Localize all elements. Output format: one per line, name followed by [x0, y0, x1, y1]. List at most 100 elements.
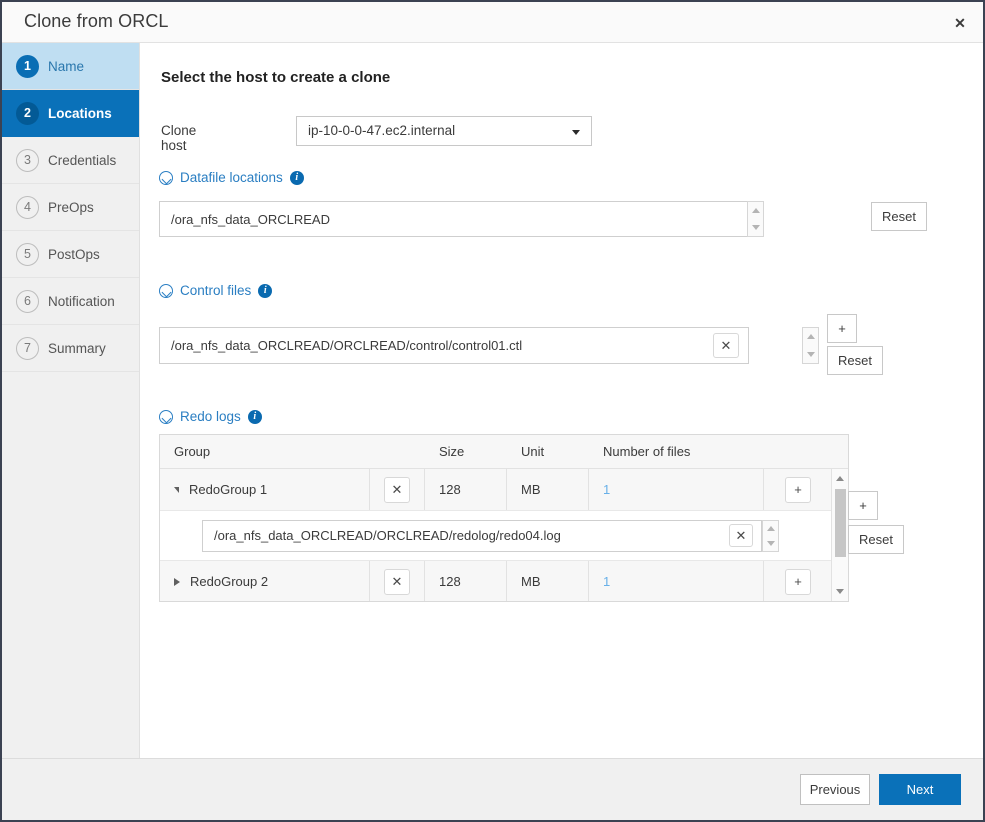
datafile-locations-section-header[interactable]: Datafile locations i	[159, 170, 304, 185]
redo-group-add-button[interactable]: +	[785, 477, 811, 503]
expand-triangle-down-icon[interactable]	[174, 487, 179, 493]
page-title: Clone from ORCL	[24, 11, 169, 32]
info-icon[interactable]: i	[290, 171, 304, 185]
sidebar-item-summary[interactable]: 7 Summary	[2, 325, 139, 372]
step-number: 4	[16, 196, 39, 219]
redo-group-label: RedoGroup 2	[190, 574, 268, 589]
redo-group-number-of-files-cell[interactable]: 1	[589, 469, 764, 510]
redo-group-add-cell: +	[764, 561, 832, 602]
redo-group-remove-button[interactable]: ✕	[384, 477, 410, 503]
control-file-add-button[interactable]: +	[827, 314, 857, 343]
redo-logs-reset-button[interactable]: Reset	[848, 525, 904, 554]
step-number: 6	[16, 290, 39, 313]
sidebar-item-name[interactable]: 1 Name	[2, 43, 139, 90]
stepper-up-icon[interactable]	[752, 208, 760, 213]
chevron-down-icon	[572, 130, 580, 135]
redo-group-remove-button[interactable]: ✕	[384, 569, 410, 595]
redo-group-unit-cell[interactable]: MB	[507, 469, 589, 510]
redo-group-remove-cell: ✕	[370, 561, 425, 602]
clone-host-label: Clone host	[161, 123, 196, 153]
stepper-up-icon[interactable]	[807, 334, 815, 339]
redo-logs-add-button[interactable]: +	[848, 491, 878, 520]
sidebar-item-preops[interactable]: 4 PreOps	[2, 184, 139, 231]
sidebar-item-postops[interactable]: 5 PostOps	[2, 231, 139, 278]
redo-log-file-stepper[interactable]	[762, 520, 779, 552]
sidebar-item-credentials[interactable]: 3 Credentials	[2, 137, 139, 184]
control-file-input[interactable]: /ora_nfs_data_ORCLREAD/ORCLREAD/control/…	[159, 327, 749, 364]
stepper-down-icon[interactable]	[767, 541, 775, 546]
sidebar-item-notification[interactable]: 6 Notification	[2, 278, 139, 325]
next-button[interactable]: Next	[879, 774, 961, 805]
table-header-row: Group Size Unit Number of files	[160, 435, 848, 469]
redo-group-name-cell[interactable]: RedoGroup 1	[160, 469, 370, 510]
scroll-up-icon[interactable]	[832, 471, 848, 486]
column-header-number-of-files: Number of files	[589, 444, 764, 459]
close-icon[interactable]: ✕	[949, 13, 971, 33]
scroll-down-icon[interactable]	[832, 584, 848, 599]
stepper-down-icon[interactable]	[752, 225, 760, 230]
redo-group-size-cell[interactable]: 128	[425, 469, 507, 510]
table-vertical-scrollbar[interactable]	[831, 469, 848, 601]
column-header-unit: Unit	[507, 444, 589, 459]
clone-wizard-dialog: Clone from ORCL ✕ 1 Name 2 Locations 3 C…	[0, 0, 985, 822]
info-icon[interactable]: i	[248, 410, 262, 424]
clone-host-value: ip-10-0-0-47.ec2.internal	[308, 123, 455, 138]
datafile-location-value: /ora_nfs_data_ORCLREAD	[171, 212, 330, 227]
stepper-down-icon[interactable]	[807, 352, 815, 357]
sidebar-item-label: Locations	[48, 106, 112, 121]
expand-triangle-right-icon[interactable]	[174, 578, 180, 586]
control-file-remove-button[interactable]: ✕	[713, 333, 739, 358]
stepper-up-icon[interactable]	[767, 526, 775, 531]
previous-button[interactable]: Previous	[800, 774, 870, 805]
sidebar-item-label: Credentials	[48, 153, 116, 168]
collapse-chevron-icon[interactable]	[159, 410, 173, 424]
control-files-title: Control files	[180, 283, 251, 298]
sidebar-item-label: Notification	[48, 294, 115, 309]
redo-group-size-cell[interactable]: 128	[425, 561, 507, 602]
wizard-step-sidebar: 1 Name 2 Locations 3 Credentials 4 PreOp…	[2, 43, 140, 760]
wizard-content-panel: Select the host to create a clone Clone …	[141, 43, 985, 760]
redo-log-file-subrow: /ora_nfs_data_ORCLREAD/ORCLREAD/redolog/…	[160, 511, 848, 561]
redo-group-add-cell: +	[764, 469, 832, 510]
table-row[interactable]: RedoGroup 2 ✕ 128 MB 1 +	[160, 561, 848, 602]
redo-group-unit-cell[interactable]: MB	[507, 561, 589, 602]
redo-logs-table: Group Size Unit Number of files RedoGrou…	[159, 434, 849, 602]
datafile-location-stepper[interactable]	[747, 201, 764, 237]
redo-group-add-button[interactable]: +	[785, 569, 811, 595]
collapse-chevron-icon[interactable]	[159, 284, 173, 298]
step-number: 7	[16, 337, 39, 360]
redo-log-file-input[interactable]: /ora_nfs_data_ORCLREAD/ORCLREAD/redolog/…	[202, 520, 762, 552]
redo-logs-title: Redo logs	[180, 409, 241, 424]
datafile-reset-button[interactable]: Reset	[871, 202, 927, 231]
scrollbar-thumb[interactable]	[835, 489, 846, 557]
redo-log-file-value: /ora_nfs_data_ORCLREAD/ORCLREAD/redolog/…	[214, 528, 729, 543]
redo-group-label: RedoGroup 1	[189, 482, 267, 497]
section-heading: Select the host to create a clone	[161, 69, 390, 86]
datafile-locations-title: Datafile locations	[180, 170, 283, 185]
redo-logs-section-header[interactable]: Redo logs i	[159, 409, 262, 424]
sidebar-item-label: PostOps	[48, 247, 100, 262]
redo-group-number-of-files-cell[interactable]: 1	[589, 561, 764, 602]
column-header-size: Size	[425, 444, 507, 459]
table-row[interactable]: RedoGroup 1 ✕ 128 MB 1 +	[160, 469, 848, 511]
sidebar-item-label: PreOps	[48, 200, 94, 215]
step-number: 2	[16, 102, 39, 125]
redo-group-remove-cell: ✕	[370, 469, 425, 510]
sidebar-item-label: Summary	[48, 341, 106, 356]
sidebar-item-label: Name	[48, 59, 84, 74]
dialog-footer: Previous Next	[2, 758, 983, 820]
step-number: 1	[16, 55, 39, 78]
control-file-value: /ora_nfs_data_ORCLREAD/ORCLREAD/control/…	[171, 338, 713, 353]
control-file-stepper[interactable]	[802, 327, 819, 364]
control-files-reset-button[interactable]: Reset	[827, 346, 883, 375]
sidebar-item-locations[interactable]: 2 Locations	[2, 90, 139, 137]
step-number: 5	[16, 243, 39, 266]
control-files-section-header[interactable]: Control files i	[159, 283, 272, 298]
column-header-group: Group	[160, 444, 370, 459]
info-icon[interactable]: i	[258, 284, 272, 298]
redo-group-name-cell[interactable]: RedoGroup 2	[160, 561, 370, 602]
datafile-location-input[interactable]: /ora_nfs_data_ORCLREAD	[159, 201, 754, 237]
clone-host-select[interactable]: ip-10-0-0-47.ec2.internal	[296, 116, 592, 146]
redo-log-file-remove-button[interactable]: ✕	[729, 524, 753, 547]
collapse-chevron-icon[interactable]	[159, 171, 173, 185]
